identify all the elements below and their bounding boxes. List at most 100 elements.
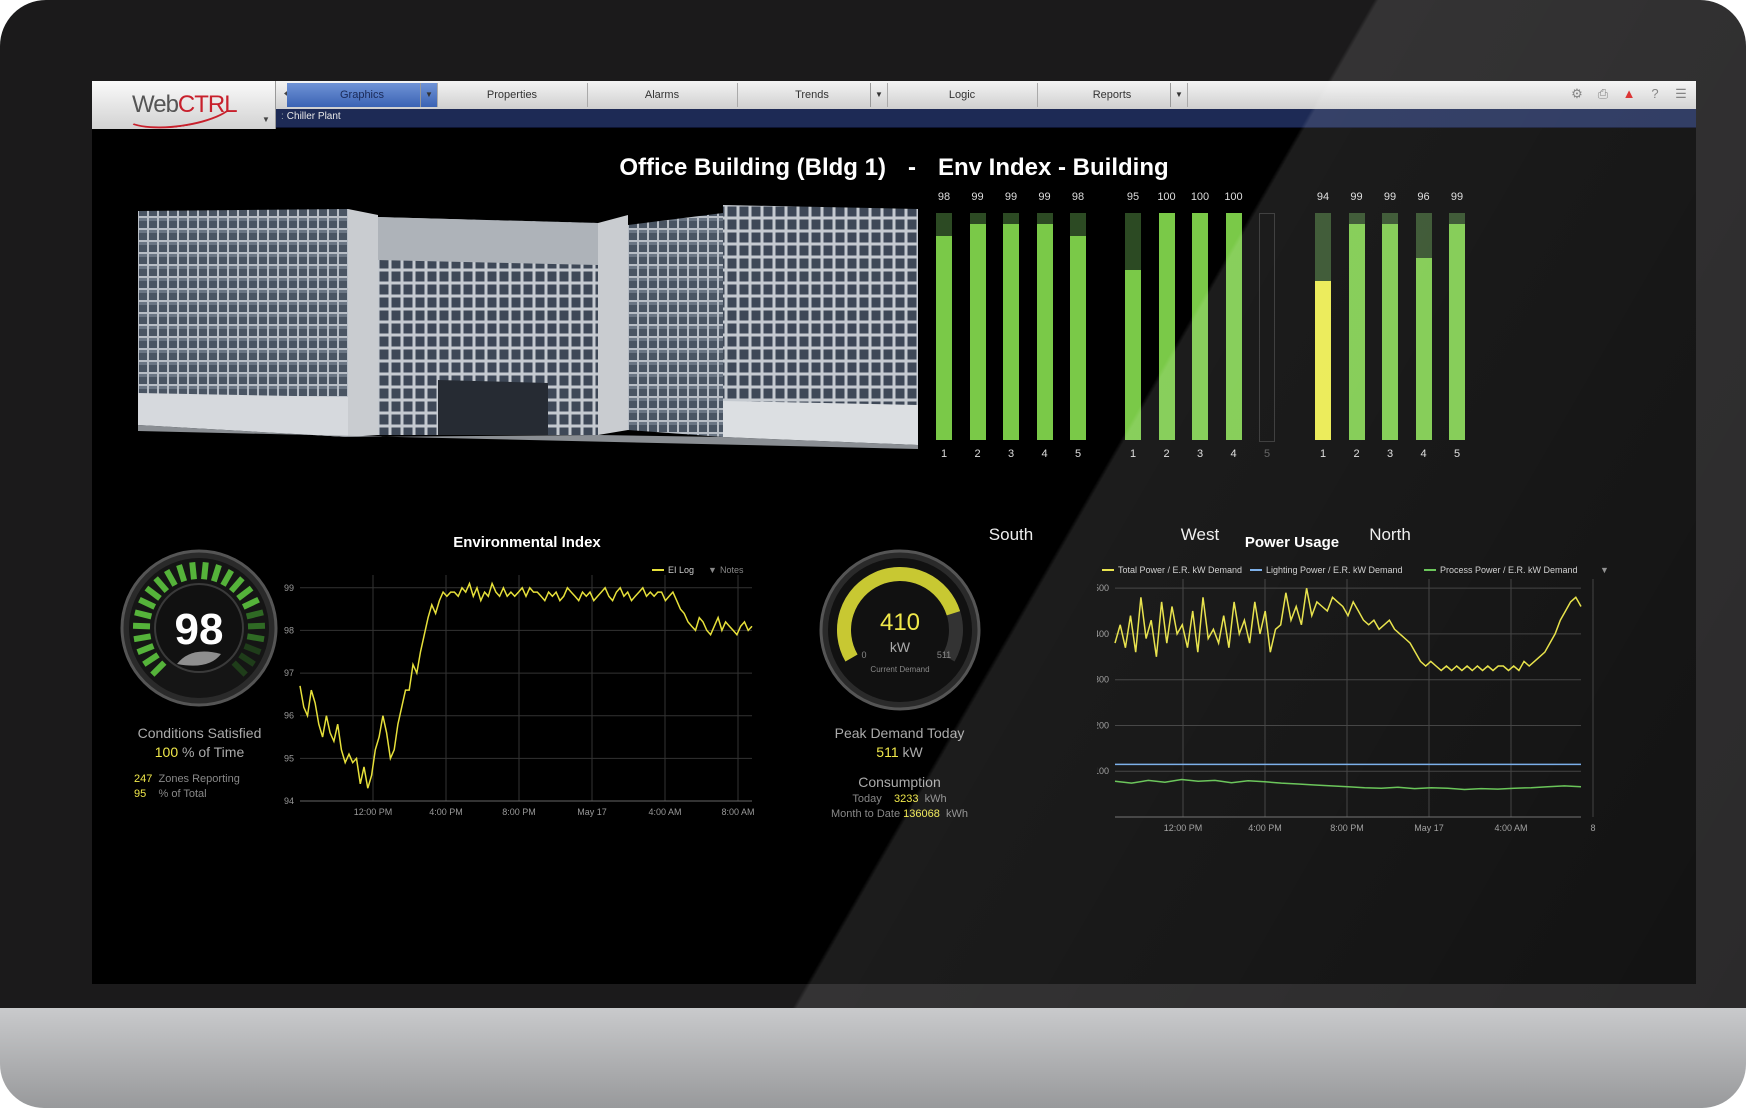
tab-label: Logic: [948, 89, 976, 101]
bar-index-label: 5: [1453, 448, 1461, 460]
x-tick-label: 4:00 PM: [1248, 823, 1282, 833]
bar-index-label: 5: [1263, 448, 1271, 460]
y-tick-label: 97: [284, 668, 294, 678]
bar-fill: [1125, 269, 1141, 440]
building-3d-image: [138, 205, 918, 449]
bar-fill: [936, 235, 952, 440]
tab-reports[interactable]: Reports ▼: [1037, 83, 1188, 107]
legend-item[interactable]: Process Power / E.R. kW Demand: [1440, 565, 1578, 575]
zone-bar[interactable]: [1125, 213, 1141, 440]
consumption-mtd: Month to Date 136068 kWh: [831, 808, 968, 820]
print-icon[interactable]: ⎙: [1594, 85, 1612, 103]
bar-fill: [1003, 224, 1019, 440]
gauge-tick: [132, 622, 151, 630]
legend-item[interactable]: Notes: [720, 565, 744, 575]
x-tick-label: 4:00 AM: [1494, 823, 1527, 833]
bar-index-label: 4: [1420, 448, 1427, 460]
legend-item[interactable]: EI Log: [668, 565, 694, 575]
toolbar-icons: ⚙ ⎙ ▲ ? ☰: [1568, 85, 1690, 105]
chevron-down-icon[interactable]: ▼: [870, 83, 887, 107]
tab-label: Alarms: [644, 89, 680, 101]
zone-bar[interactable]: [1158, 213, 1175, 440]
bar-fill: [1158, 213, 1175, 440]
webctrl-logo[interactable]: WebCTRL ▼: [92, 81, 276, 135]
chevron-down-icon[interactable]: ▼: [1170, 83, 1187, 107]
x-tick-label: 4:00 PM: [429, 807, 463, 817]
logo-dropdown-icon[interactable]: ▼: [262, 115, 270, 124]
page-title: Office Building (Bldg 1) - Env Index - Bui…: [92, 154, 1696, 182]
bar-value-label: 99: [1450, 191, 1464, 203]
help-icon[interactable]: ?: [1646, 85, 1664, 103]
tab-trends[interactable]: Trends ▼: [737, 83, 888, 107]
gauge-tick: [133, 633, 152, 643]
gauge-tick: [247, 622, 266, 630]
chevron-down-icon[interactable]: ▼: [420, 83, 437, 107]
logo-text: WebCTRL: [132, 91, 238, 118]
consumption-today: Today 3233 kWh: [852, 793, 947, 805]
tab-alarms[interactable]: Alarms: [587, 83, 738, 107]
y-tick-label: 100: [1097, 766, 1109, 776]
zone-label-south: South: [988, 525, 1034, 544]
bar-index-label: 2: [1163, 448, 1170, 460]
legend-item[interactable]: Total Power / E.R. kW Demand: [1118, 565, 1242, 575]
zone-bar[interactable]: [1070, 213, 1086, 440]
gauge-tick: [245, 609, 264, 620]
peak-demand-caption: Peak Demand Today: [834, 725, 965, 741]
zone-bar[interactable]: [1348, 213, 1365, 440]
bar-fill: [1192, 213, 1208, 440]
zone-bar[interactable]: [936, 213, 952, 440]
zone-bar[interactable]: [1003, 213, 1019, 440]
y-tick-label: 94: [284, 796, 294, 806]
demand-gauge-max: 511: [937, 650, 951, 660]
tab-label: Graphics: [339, 89, 385, 101]
tab-label: Trends: [795, 89, 829, 101]
menu-icon[interactable]: ☰: [1672, 85, 1690, 103]
tab-logic[interactable]: Logic: [887, 83, 1038, 107]
zone-bar[interactable]: [1415, 213, 1432, 440]
bar-index-label: 3: [1007, 448, 1015, 460]
bar-value-label: 98: [1071, 191, 1085, 203]
tab-graphics[interactable]: Graphics ▼: [287, 83, 438, 107]
tab-properties[interactable]: Properties: [437, 83, 588, 107]
demand-gauge-unit: kW: [890, 639, 911, 655]
zone-bar[interactable]: [1259, 213, 1275, 442]
zone-bar[interactable]: [1449, 213, 1465, 440]
demand-gauge-label: Current Demand: [870, 665, 929, 674]
zone-bar[interactable]: [1382, 213, 1398, 440]
zone-bar[interactable]: [1225, 213, 1242, 440]
env-caption: Conditions Satisfied: [137, 725, 262, 741]
y-tick-label: 400: [1097, 629, 1109, 639]
zone-bar[interactable]: [1192, 213, 1208, 440]
gauge-tick: [201, 562, 209, 580]
filter-icon[interactable]: ▼: [1600, 565, 1609, 575]
bar-value-label: 99: [1350, 191, 1363, 203]
breadcrumb-item[interactable]: : Chiller Plant: [281, 111, 341, 122]
tab-label: Reports: [1092, 89, 1132, 101]
y-tick-label: 300: [1097, 675, 1109, 685]
network-icon[interactable]: ⚙: [1568, 85, 1586, 103]
zone-bar[interactable]: [1315, 213, 1331, 440]
y-tick-label: 99: [284, 583, 294, 593]
x-tick-label: 12:00 PM: [1164, 823, 1203, 833]
x-tick-label: 4:00 AM: [648, 807, 681, 817]
y-tick-label: 98: [284, 625, 294, 635]
bar-index-label: 2: [974, 448, 981, 460]
power-usage-chart: 100 200 300 400 500 12:00 PM 4:00 PM 8:00 PM May…: [1097, 565, 1609, 833]
zone-bar[interactable]: [1036, 213, 1053, 440]
legend-item[interactable]: Lighting Power / E.R. kW Demand: [1266, 565, 1403, 575]
app-screen: WebCTRL ▼ 🡄 Graphics▼PropertiesAlarmsTre…: [92, 81, 1696, 984]
bar-fill: [1070, 235, 1086, 440]
filter-icon[interactable]: ▼: [708, 565, 717, 575]
env-index-chart: 94 95 96 97 98 99 12:00 PM 4:00 PM 8:00 PM May 17…: [284, 565, 755, 817]
bar-fill: [1449, 224, 1465, 440]
zone-bar[interactable]: [969, 213, 986, 440]
bar-index-label: 4: [1230, 448, 1237, 460]
env-gauge-value: 98: [175, 605, 224, 654]
alarm-warning-icon[interactable]: ▲: [1620, 85, 1638, 103]
x-tick-label: 8:00 PM: [1330, 823, 1364, 833]
bar-fill: [1382, 224, 1398, 440]
page-title-separator: -: [907, 154, 916, 181]
bar-index-label: 4: [1041, 448, 1048, 460]
bar-value-label: 96: [1417, 191, 1430, 203]
bar-index-label: 5: [1074, 448, 1082, 460]
